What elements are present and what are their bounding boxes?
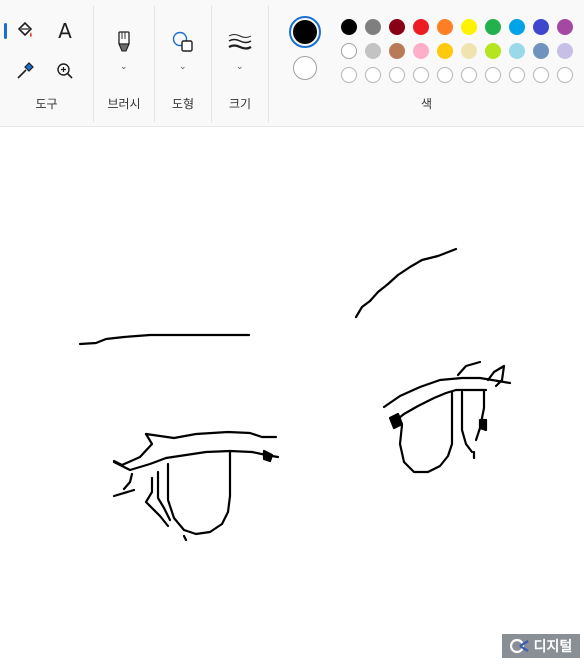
color-picker-icon — [17, 62, 34, 79]
custom-color-slot[interactable] — [365, 67, 381, 83]
tools-group: A 도구 — [0, 0, 93, 127]
size-icon — [228, 34, 252, 50]
brushes-group-label: 브러시 — [107, 97, 141, 111]
magnifier-icon — [57, 63, 73, 79]
size-group-label: 크기 — [228, 97, 252, 111]
color-swatch[interactable] — [485, 43, 501, 59]
color-swatch[interactable] — [341, 43, 357, 59]
custom-color-slot[interactable] — [557, 67, 573, 83]
custom-color-slot[interactable] — [389, 67, 405, 83]
magnifier-tool[interactable] — [49, 55, 81, 87]
drawing-canvas[interactable]: 디지털 — [0, 128, 584, 661]
chevron-down-icon[interactable]: ⌄ — [120, 62, 128, 72]
custom-color-slot[interactable] — [437, 67, 453, 83]
color-swatch[interactable] — [461, 43, 477, 59]
custom-color-slot[interactable] — [509, 67, 525, 83]
color-swatch[interactable] — [365, 43, 381, 59]
custom-color-slot[interactable] — [413, 67, 429, 83]
color-swatch[interactable] — [341, 19, 357, 35]
primary-color-selector[interactable] — [289, 16, 321, 48]
color-swatch[interactable] — [533, 43, 549, 59]
fill-icon — [17, 21, 33, 37]
chevron-down-icon[interactable]: ⌄ — [179, 62, 187, 72]
watermark-label: 디지털 — [533, 639, 573, 655]
shapes-icon — [172, 31, 193, 52]
color-swatch[interactable] — [461, 19, 477, 35]
watermark-logo-icon — [509, 638, 529, 654]
brush-icon — [118, 31, 130, 52]
custom-color-slot[interactable] — [461, 67, 477, 83]
color-swatch[interactable] — [557, 43, 573, 59]
custom-color-slot[interactable] — [341, 67, 357, 83]
shapes-tool[interactable] — [167, 26, 199, 58]
color-swatch[interactable] — [557, 19, 573, 35]
color-swatch[interactable] — [413, 43, 429, 59]
text-icon: A — [58, 19, 72, 43]
colors-group-label: 색 — [420, 97, 433, 111]
shapes-group: ⌄ 도형 — [155, 0, 211, 127]
color-swatch[interactable] — [413, 19, 429, 35]
color-swatch[interactable] — [437, 19, 453, 35]
watermark: 디지털 — [502, 634, 580, 658]
color-swatch[interactable] — [509, 19, 525, 35]
primary-color-swatch — [293, 20, 317, 44]
tools-group-label: 도구 — [35, 97, 58, 111]
text-tool[interactable]: A — [49, 15, 81, 47]
color-swatch[interactable] — [389, 43, 405, 59]
sketch-drawing — [78, 247, 512, 542]
color-swatch[interactable] — [533, 19, 549, 35]
toolbar-ribbon: A 도구 ⌄ 브러시 ⌄ 도형 ⌄ 크기 색 — [0, 0, 584, 127]
shapes-group-label: 도형 — [171, 97, 195, 111]
secondary-color-swatch[interactable] — [293, 56, 317, 80]
color-picker-tool[interactable] — [9, 55, 41, 87]
custom-color-slot[interactable] — [485, 67, 501, 83]
custom-color-slot[interactable] — [533, 67, 549, 83]
color-swatch[interactable] — [389, 19, 405, 35]
chevron-down-icon[interactable]: ⌄ — [236, 62, 244, 72]
color-swatch[interactable] — [437, 43, 453, 59]
colors-group: 색 — [269, 0, 584, 127]
size-tool[interactable] — [224, 26, 256, 58]
color-swatch[interactable] — [485, 19, 501, 35]
color-swatch[interactable] — [509, 43, 525, 59]
size-group: ⌄ 크기 — [212, 0, 268, 127]
color-swatch[interactable] — [365, 19, 381, 35]
fill-tool[interactable] — [4, 15, 41, 47]
brushes-group: ⌄ 브러시 — [94, 0, 154, 127]
brush-tool[interactable] — [108, 26, 140, 58]
